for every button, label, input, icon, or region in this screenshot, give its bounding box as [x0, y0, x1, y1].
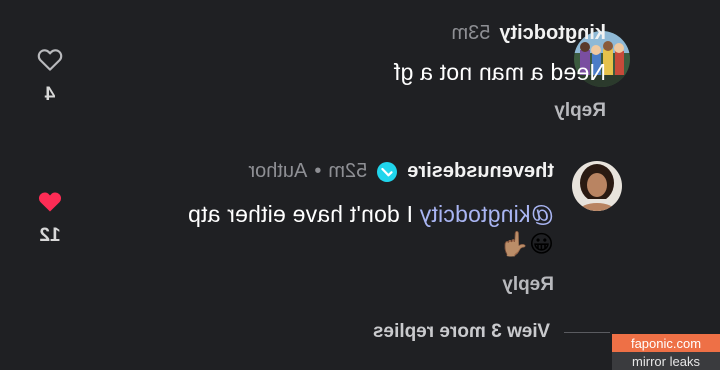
watermark-tagline: mirror leaks: [612, 352, 720, 370]
like-button[interactable]: [35, 44, 65, 74]
reply-button[interactable]: Reply: [554, 100, 606, 122]
heart-filled-icon: [38, 192, 62, 212]
comment-meta: thevenusdesire 52m • Author: [248, 160, 554, 183]
like-count: 4: [44, 84, 56, 105]
username[interactable]: kingtodcity: [499, 22, 606, 45]
emoji-row: 😀👆🏽: [499, 231, 554, 258]
watermark-site: faponic.com: [612, 334, 720, 352]
avatar[interactable]: [572, 161, 622, 211]
mirrored-comment-screen: kingtodcity 53m Need a man not a gf Repl…: [0, 0, 720, 370]
timestamp: 52m: [328, 160, 368, 182]
heart-outline-icon: [37, 49, 63, 71]
timestamp: 53m: [451, 22, 491, 44]
reply-button[interactable]: Reply: [502, 274, 554, 296]
mention-link[interactable]: @kingtodcity: [420, 201, 554, 227]
comment-body: I don't have either atp: [187, 201, 420, 227]
comment-text: @kingtodcity I don't have either atp: [188, 201, 554, 228]
username[interactable]: thevenusdesire: [407, 160, 554, 183]
separator-dot: •: [314, 160, 322, 182]
comment-meta: kingtodcity 53m: [451, 22, 606, 45]
verified-badge-icon: [376, 161, 398, 183]
view-more-replies[interactable]: View 3 more replies: [373, 321, 610, 343]
portrait-avatar: [572, 161, 622, 211]
like-button[interactable]: [35, 187, 65, 215]
like-count: 12: [39, 225, 61, 246]
comment-text: Need a man not a gf: [393, 59, 606, 85]
view-more-label: View 3 more replies: [372, 321, 550, 342]
author-badge: Author: [248, 160, 308, 182]
divider-line: [564, 331, 610, 333]
